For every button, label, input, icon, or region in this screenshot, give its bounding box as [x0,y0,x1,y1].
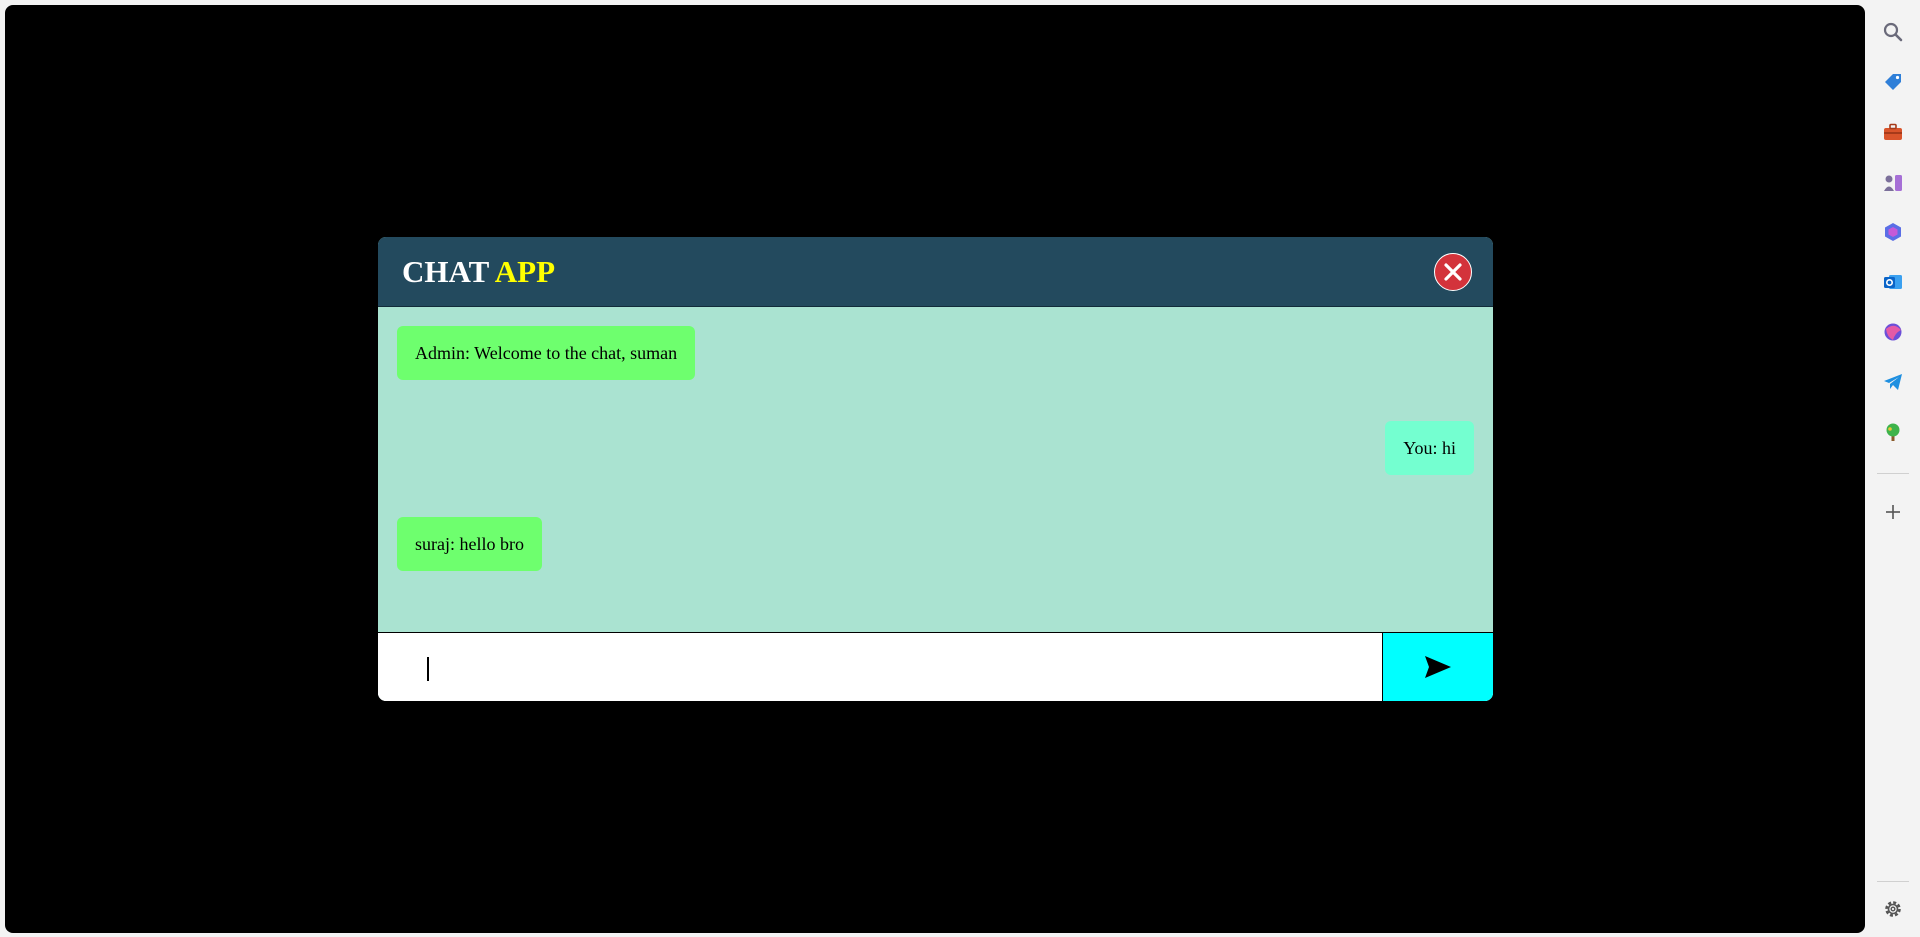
message-list: Admin: Welcome to the chat, suman You: h… [378,307,1493,632]
send-button[interactable] [1382,633,1493,701]
browser-sidebar [1866,0,1920,937]
message-input[interactable] [378,633,1382,701]
text-caret [427,657,429,681]
close-icon [1444,263,1462,281]
toolbox-icon[interactable] [1881,120,1905,144]
add-icon[interactable] [1881,500,1905,524]
sidebar-divider [1877,881,1909,882]
games-icon[interactable] [1881,170,1905,194]
copilot-icon[interactable] [1881,220,1905,244]
message-composer [378,632,1493,701]
message-bubble: Admin: Welcome to the chat, suman [397,326,696,380]
chat-window: CHAT APP Admin: Welcome to the chat, sum… [378,237,1493,701]
outlook-icon[interactable] [1881,270,1905,294]
message-bubble: suraj: hello bro [397,517,542,571]
chat-header: CHAT APP [378,237,1493,307]
settings-icon[interactable] [1881,897,1905,921]
sidebar-divider [1877,473,1909,474]
app-title-accent: APP [494,254,556,289]
message-bubble: You: hi [1385,421,1474,475]
search-icon[interactable] [1881,20,1905,44]
tree-icon[interactable] [1881,420,1905,444]
app-title-main: CHAT [402,254,489,289]
close-button[interactable] [1434,253,1472,291]
tag-icon[interactable] [1881,70,1905,94]
page-viewport: CHAT APP Admin: Welcome to the chat, sum… [5,5,1865,933]
telegram-icon[interactable] [1881,370,1905,394]
send-icon [1425,656,1451,678]
app-title: CHAT APP [402,255,555,289]
designer-icon[interactable] [1881,320,1905,344]
